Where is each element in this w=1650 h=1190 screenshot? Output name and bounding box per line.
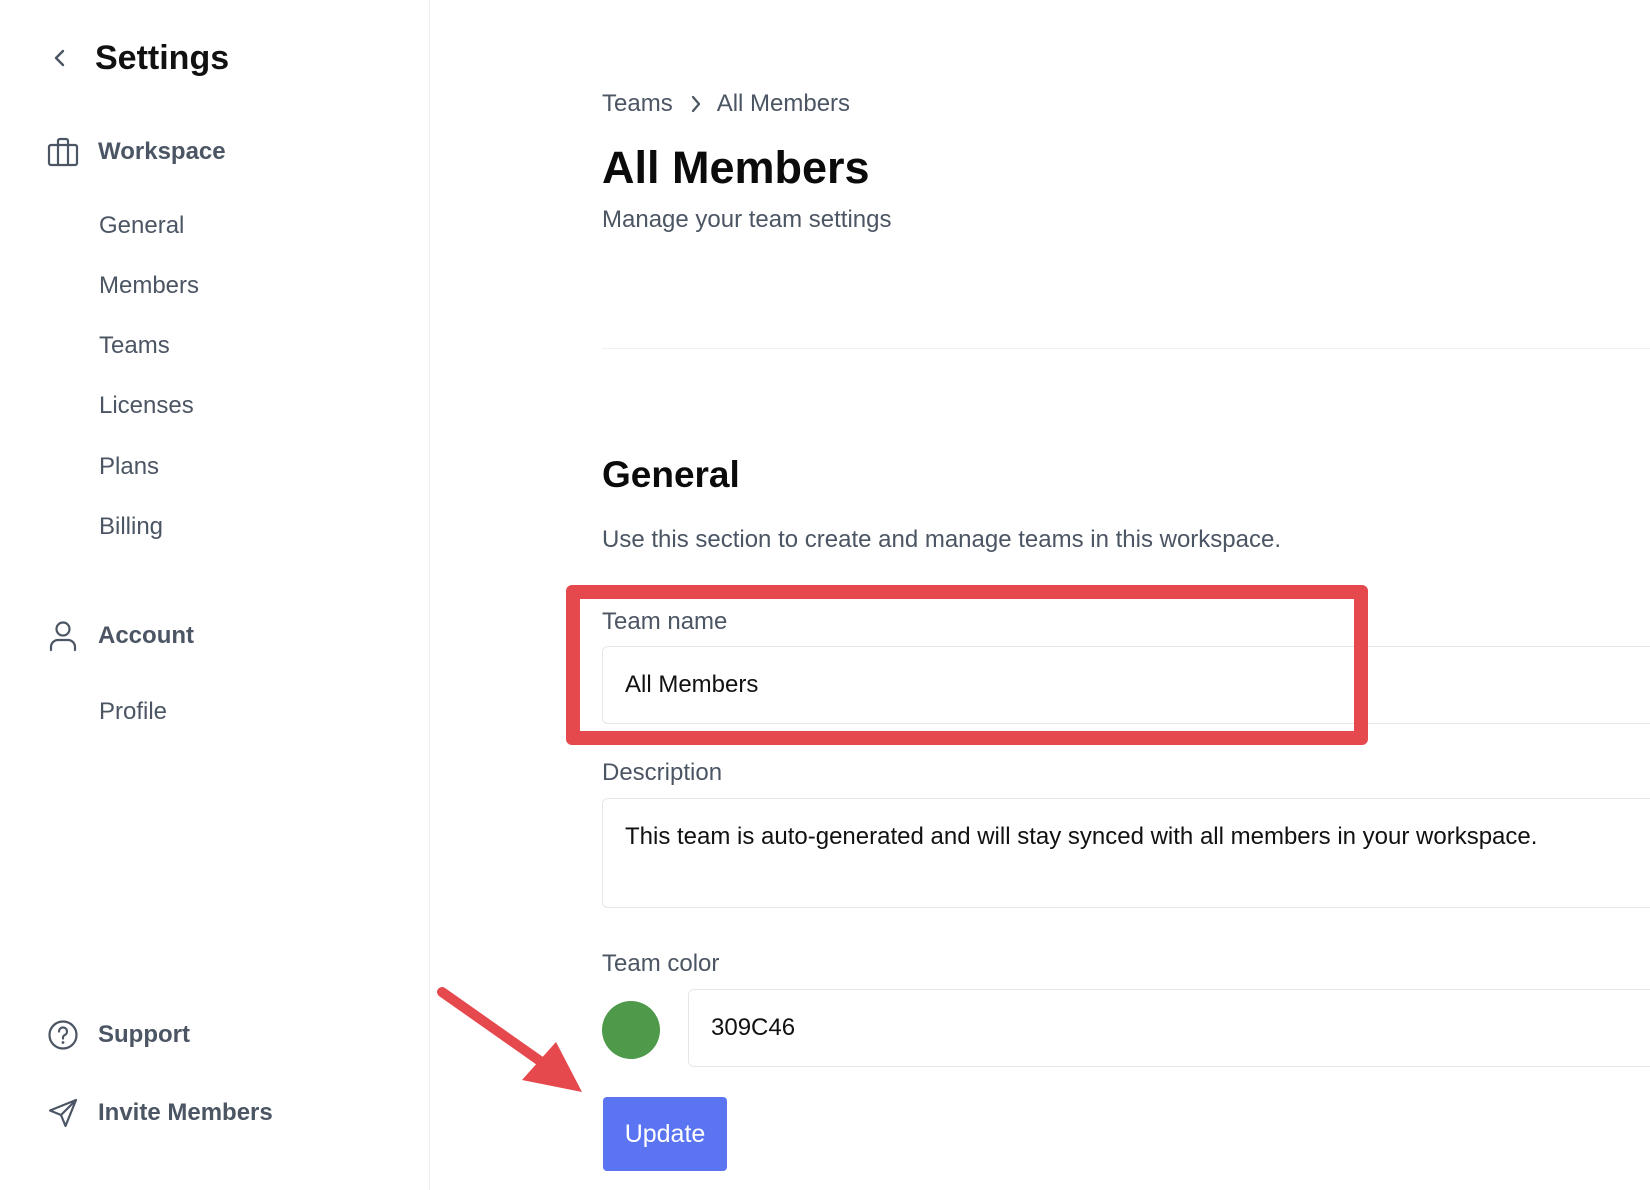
description-textarea[interactable]: This team is auto-generated and will sta… [602,798,1650,908]
page-title: All Members [602,142,870,193]
sidebar-invite-members-link[interactable]: Invite Members [46,1093,273,1133]
help-circle-icon [46,1018,80,1052]
description-label: Description [602,759,723,786]
chevron-right-icon [689,93,703,115]
team-name-input[interactable]: All Members [602,646,1650,724]
settings-app: Settings Workspace General Members Teams… [0,0,1650,1190]
send-icon [46,1096,80,1130]
team-color-input[interactable]: 309C46 [688,989,1650,1067]
section-description: Use this section to create and manage te… [602,526,1282,553]
back-button[interactable] [44,42,76,74]
sidebar-section-account: Account [46,616,194,656]
user-icon [46,619,80,653]
breadcrumb: Teams All Members [602,90,850,118]
section-title: General [602,454,740,495]
breadcrumb-current: All Members [716,90,851,117]
sidebar-item-teams[interactable]: Teams [99,330,170,362]
sidebar-item-billing[interactable]: Billing [99,511,163,543]
update-button[interactable]: Update [603,1097,727,1171]
briefcase-icon [46,135,80,169]
sidebar-item-general[interactable]: General [99,210,184,242]
main-content: Teams All Members All Members Manage you… [430,0,1650,1190]
divider [602,348,1650,349]
sidebar-support-link[interactable]: Support [46,1015,190,1055]
team-color-label: Team color [602,950,720,977]
chevron-left-icon [54,49,65,67]
sidebar-item-licenses[interactable]: Licenses [99,390,194,422]
sidebar-support-label: Support [98,1021,190,1048]
sidebar-section-workspace: Workspace [46,132,226,172]
team-color-swatch[interactable] [602,1001,660,1059]
breadcrumb-teams-link[interactable]: Teams [602,90,673,118]
team-name-label: Team name [602,608,728,635]
page-subtitle: Manage your team settings [602,206,892,233]
sidebar-section-label: Account [98,622,194,649]
sidebar-title: Settings [95,39,230,77]
sidebar: Settings Workspace General Members Teams… [0,0,430,1190]
sidebar-invite-members-label: Invite Members [98,1099,273,1126]
sidebar-item-profile[interactable]: Profile [99,696,167,728]
sidebar-item-members[interactable]: Members [99,270,199,302]
sidebar-item-plans[interactable]: Plans [99,451,159,483]
sidebar-section-label: Workspace [98,138,226,165]
